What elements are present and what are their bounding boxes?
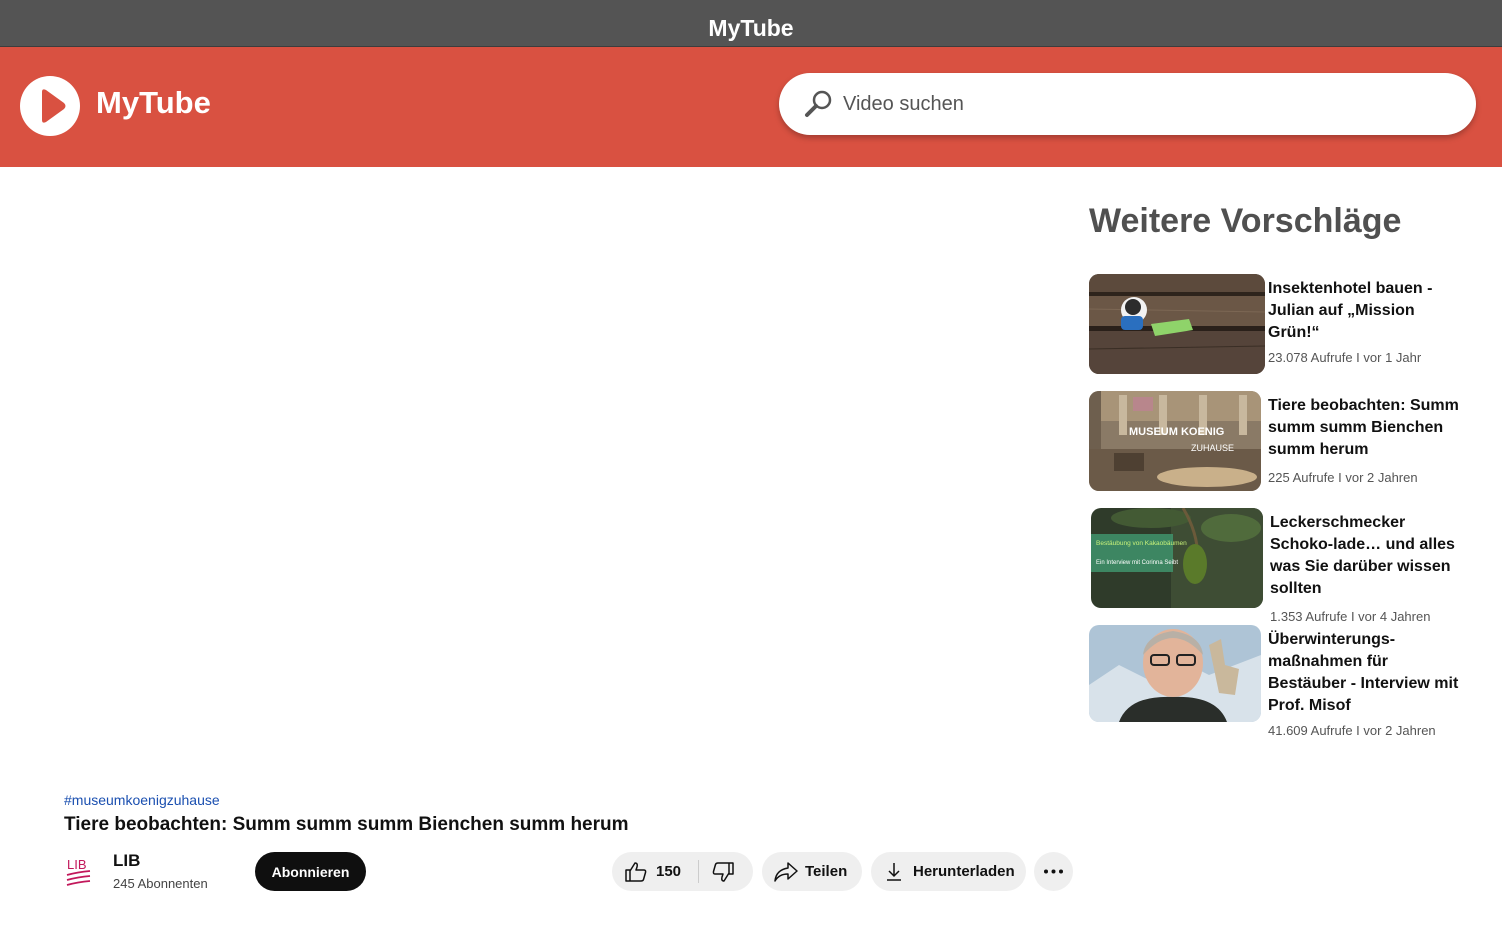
- more-icon: [1044, 869, 1063, 874]
- suggestion-meta: 41.609 Aufrufe I vor 2 Jahren: [1268, 723, 1436, 738]
- avatar-text: LIB: [67, 857, 87, 872]
- like-count: 150: [656, 863, 682, 880]
- suggestions-title: Weitere Vorschläge: [1089, 202, 1402, 240]
- suggestion-thumbnail[interactable]: [1089, 274, 1265, 374]
- thumbs-down-icon: [712, 862, 734, 882]
- thumb-caption: Bestäubung von Kakaobäumen: [1096, 540, 1187, 547]
- search-icon[interactable]: [804, 89, 834, 124]
- suggestion-item[interactable]: Insektenhotel bauen - Julian auf „Missio…: [1089, 274, 1469, 374]
- logo-text[interactable]: MyTube: [96, 85, 211, 121]
- suggestion-title[interactable]: Überwinterungs-maßnahmen für Bestäuber -…: [1268, 629, 1468, 717]
- app-header: MyTube: [0, 47, 1502, 167]
- thumb-caption: Ein Interview mit Corinna Seibt: [1096, 560, 1178, 566]
- suggestion-title[interactable]: Leckerschmecker Schoko-lade… und alles w…: [1270, 512, 1470, 600]
- thumb-caption: ZUHAUSE: [1191, 443, 1234, 453]
- suggestion-thumbnail[interactable]: MUSEUM KOENIG ZUHAUSE: [1089, 391, 1261, 491]
- search-bar[interactable]: [779, 73, 1476, 135]
- window-title: MyTube: [0, 0, 1502, 47]
- video-title: Tiere beobachten: Summ summ summ Bienche…: [64, 814, 629, 835]
- thumb-caption: MUSEUM KOENIG: [1129, 426, 1224, 438]
- suggestion-item[interactable]: MUSEUM KOENIG ZUHAUSE Tiere beobachten: …: [1089, 391, 1469, 491]
- dislike-button[interactable]: [699, 852, 753, 891]
- more-button[interactable]: [1034, 852, 1073, 891]
- avatar[interactable]: LIB: [60, 851, 100, 891]
- suggestion-thumbnail[interactable]: Bestäubung von Kakaobäumen Ein Interview…: [1091, 508, 1263, 608]
- download-button[interactable]: Herunterladen: [871, 852, 1026, 891]
- video-player[interactable]: [0, 167, 1075, 782]
- subscriber-count: 245 Abonnenten: [113, 876, 208, 891]
- channel-name[interactable]: LIB: [113, 851, 140, 871]
- download-icon: [887, 863, 901, 881]
- suggestion-title[interactable]: Insektenhotel bauen - Julian auf „Missio…: [1268, 278, 1468, 344]
- share-label: Teilen: [805, 863, 848, 880]
- suggestion-meta: 23.078 Aufrufe I vor 1 Jahr: [1268, 350, 1422, 365]
- suggestion-thumbnail[interactable]: [1089, 625, 1261, 722]
- suggestion-title[interactable]: Tiere beobachten: Summ summ summ Bienche…: [1268, 395, 1468, 461]
- like-dislike-group: 150: [612, 852, 753, 891]
- share-icon: [774, 862, 798, 882]
- download-label: Herunterladen: [913, 863, 1015, 880]
- video-hashtag[interactable]: #museumkoenigzuhause: [64, 792, 220, 808]
- like-button[interactable]: 150: [612, 852, 698, 891]
- share-button[interactable]: Teilen: [762, 852, 862, 891]
- suggestion-item[interactable]: Bestäubung von Kakaobäumen Ein Interview…: [1091, 508, 1471, 624]
- suggestion-meta: 1.353 Aufrufe I vor 4 Jahren: [1270, 609, 1431, 624]
- subscribe-button[interactable]: Abonnieren: [255, 852, 366, 891]
- thumbs-up-icon: [625, 862, 647, 882]
- suggestion-meta: 225 Aufrufe I vor 2 Jahren: [1268, 470, 1418, 485]
- search-input[interactable]: [843, 87, 1443, 121]
- play-logo-icon[interactable]: [20, 76, 80, 136]
- suggestion-item[interactable]: Überwinterungs-maßnahmen für Bestäuber -…: [1089, 625, 1469, 738]
